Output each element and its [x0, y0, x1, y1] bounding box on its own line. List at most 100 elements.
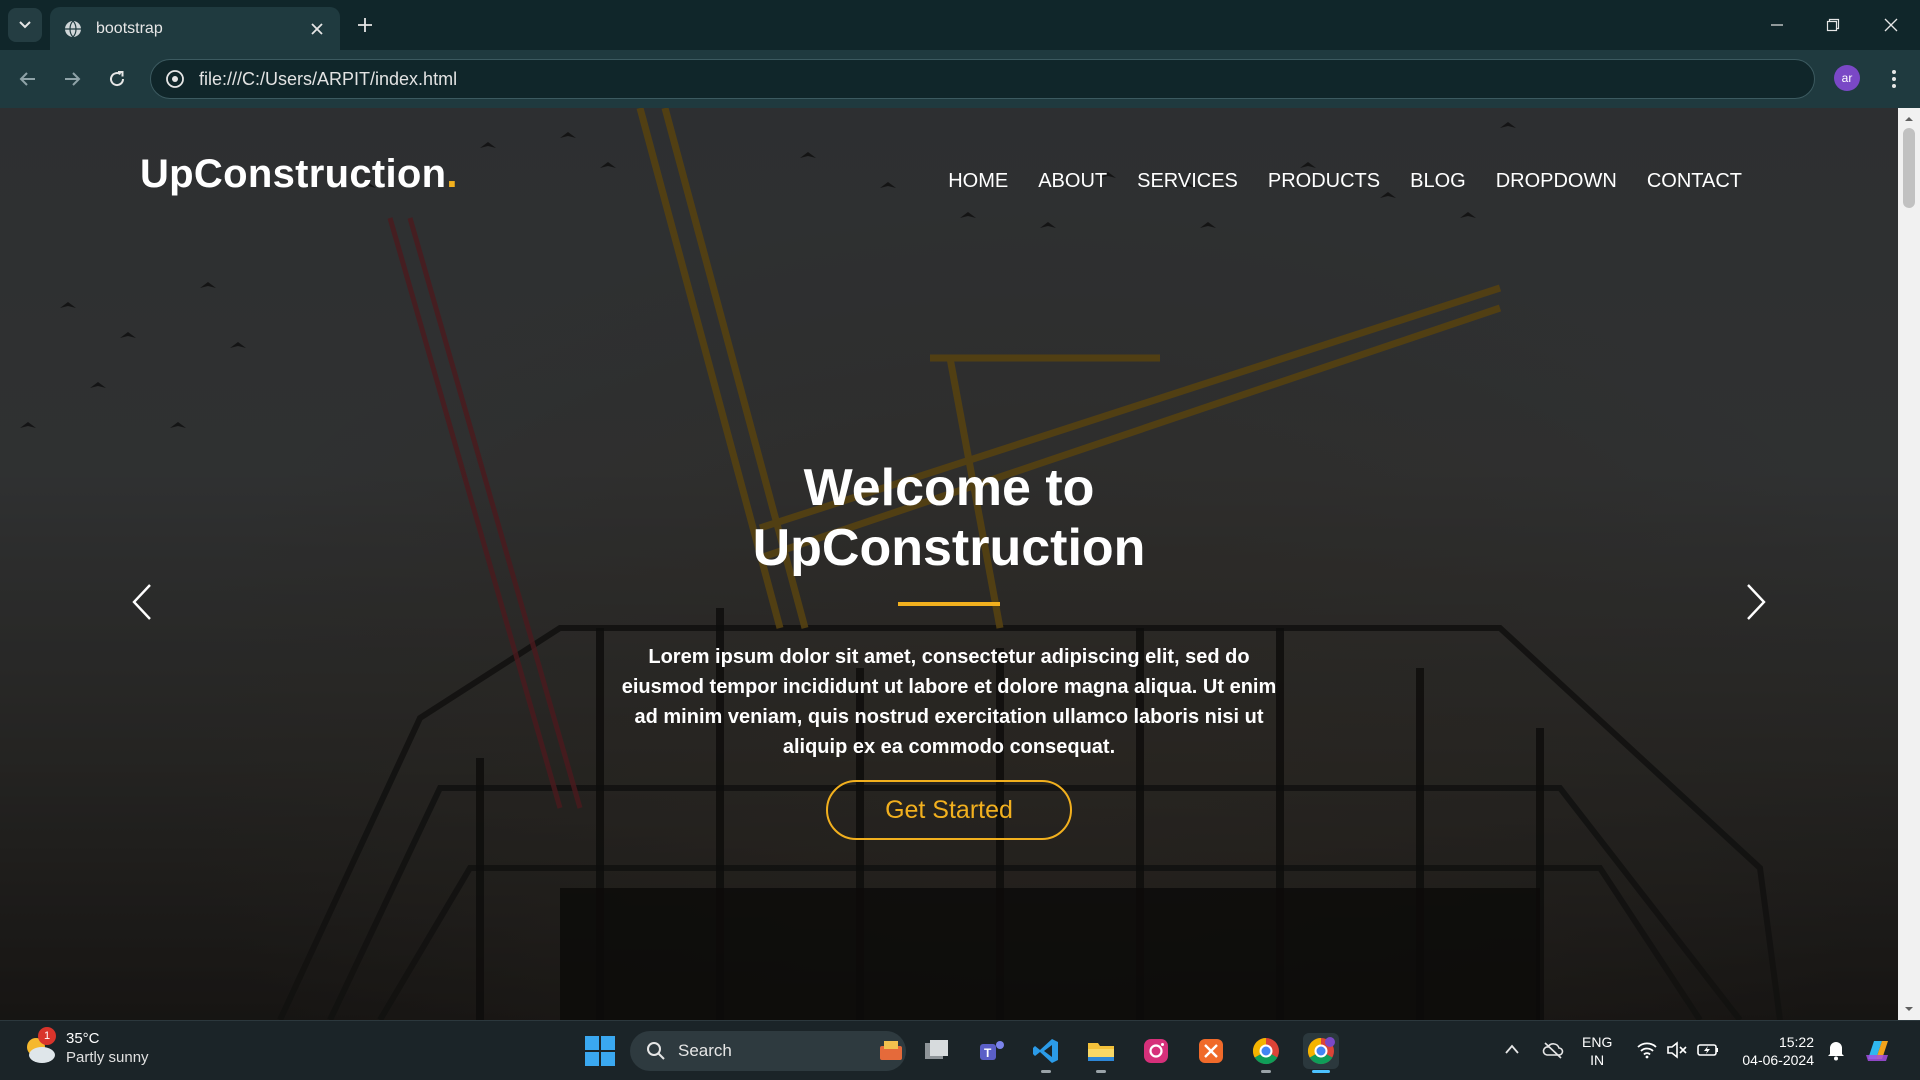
nav-blog[interactable]: BLOG [1410, 170, 1466, 193]
svg-text:T: T [984, 1046, 992, 1060]
reload-icon [110, 71, 125, 87]
onedrive-offline-icon[interactable] [1542, 1041, 1564, 1059]
weather-temp: 35°C [66, 1030, 100, 1047]
hero-description: Lorem ipsum dolor sit amet, consectetur … [621, 646, 1277, 758]
close-tab-icon[interactable] [308, 20, 326, 38]
scroll-up-arrow-icon[interactable] [1904, 114, 1914, 124]
minimize-button[interactable] [1762, 10, 1792, 40]
hero-title-line2: UpConstruction [752, 519, 1146, 577]
page-viewport: UpConstruction. HOME ABOUT SERVICES PROD… [0, 108, 1898, 1020]
arrow-right-icon [65, 72, 81, 86]
vscode-icon [1033, 1039, 1058, 1063]
reload-button[interactable] [102, 64, 132, 94]
chevron-down-icon [19, 21, 31, 29]
hero-accent-divider [898, 602, 1000, 606]
notification-bell-icon[interactable] [1826, 1039, 1846, 1061]
address-bar[interactable]: file:///C:/Users/ARPIT/index.html [150, 59, 1815, 99]
logo-text: UpConstruction [140, 152, 447, 196]
taskbar-clock[interactable]: 15:22 04-06-2024 [1730, 1033, 1814, 1069]
region-code: IN [1590, 1052, 1605, 1068]
globe-icon [65, 20, 81, 37]
scrollbar-thumb[interactable] [1903, 128, 1915, 208]
browser-toolbar: file:///C:/Users/ARPIT/index.html ar [0, 50, 1920, 108]
nav-about[interactable]: ABOUT [1038, 170, 1107, 193]
chevron-left-icon [132, 584, 151, 620]
app-icon [1199, 1039, 1223, 1063]
nav-contact[interactable]: CONTACT [1647, 170, 1742, 193]
carousel-next-button[interactable] [1736, 578, 1776, 626]
running-indicator [1261, 1070, 1271, 1073]
tab-title: bootstrap [96, 19, 163, 37]
running-indicator [1096, 1070, 1106, 1073]
language-code: ENG [1582, 1034, 1613, 1050]
restore-button[interactable] [1818, 10, 1848, 40]
weather-condition: Partly sunny [66, 1049, 149, 1066]
site-info-icon[interactable] [165, 69, 185, 89]
weather-badge: 1 [38, 1026, 56, 1045]
file-explorer-button[interactable] [1083, 1033, 1119, 1073]
weather-widget[interactable]: 1 35°C Partly sunny [22, 1026, 149, 1068]
nav-services[interactable]: SERVICES [1137, 170, 1238, 193]
chrome-profile-icon [1307, 1037, 1335, 1065]
windows-start-icon[interactable] [584, 1035, 616, 1067]
vscode-button[interactable] [1028, 1033, 1064, 1073]
browser-tab-bar: bootstrap [0, 0, 1920, 50]
nav-home[interactable]: HOME [948, 170, 1008, 193]
copilot-icon[interactable] [1862, 1035, 1892, 1065]
get-started-button[interactable]: Get Started [826, 780, 1072, 840]
weather-icon: 1 [22, 1026, 58, 1067]
browser-tab[interactable]: bootstrap [50, 7, 340, 50]
close-icon [1884, 18, 1898, 32]
battery-charging-icon[interactable] [1696, 1041, 1720, 1059]
arrow-left-icon [19, 72, 35, 86]
show-hidden-icons-chevron-icon[interactable] [1504, 1043, 1520, 1055]
back-button[interactable] [13, 64, 43, 94]
chevron-right-icon [1747, 584, 1766, 620]
speaker-muted-icon[interactable] [1666, 1041, 1688, 1059]
hero-content: Welcome to UpConstruction Lorem ipsum do… [0, 458, 1898, 840]
profile-avatar[interactable]: ar [1834, 65, 1860, 91]
browser-menu-button[interactable] [1880, 64, 1908, 94]
search-label: Search [678, 1041, 732, 1060]
taskbar-search[interactable]: Search [630, 1031, 906, 1071]
minimize-icon [1771, 24, 1783, 26]
clock-time: 15:22 [1778, 1034, 1814, 1050]
new-tab-button[interactable] [352, 12, 378, 38]
teams-button[interactable]: T [974, 1033, 1010, 1069]
wifi-icon[interactable] [1636, 1041, 1658, 1059]
plus-icon [358, 18, 372, 32]
teams-icon: T [980, 1041, 1004, 1060]
kebab-menu-icon [1892, 70, 1896, 88]
task-view-icon [925, 1040, 948, 1059]
nav-dropdown[interactable]: DROPDOWN [1496, 170, 1617, 193]
chrome-profile-button[interactable] [1303, 1033, 1339, 1073]
hero-title-line1: Welcome to [803, 459, 1095, 517]
forward-button[interactable] [57, 64, 87, 94]
active-indicator [1312, 1070, 1330, 1073]
nav-products[interactable]: PRODUCTS [1268, 170, 1380, 193]
site-logo[interactable]: UpConstruction. [140, 152, 458, 197]
clock-date: 04-06-2024 [1742, 1052, 1814, 1068]
windows-taskbar: 1 35°C Partly sunny Search T ENG IN 15:2… [0, 1020, 1920, 1080]
running-indicator [1041, 1070, 1051, 1073]
app-button[interactable] [1193, 1033, 1229, 1069]
main-navigation: HOME ABOUT SERVICES PRODUCTS BLOG DROPDO… [948, 170, 1742, 193]
search-icon [647, 1042, 665, 1060]
page-scrollbar[interactable] [1898, 108, 1920, 1020]
instagram-button[interactable] [1138, 1033, 1174, 1069]
tab-search-button[interactable] [8, 8, 42, 42]
search-highlight-icon [880, 1041, 902, 1060]
hero-title: Welcome to UpConstruction [0, 458, 1898, 578]
url-text[interactable]: file:///C:/Users/ARPIT/index.html [199, 69, 457, 90]
logo-dot: . [446, 152, 458, 196]
task-view-button[interactable] [918, 1033, 954, 1069]
file-explorer-icon [1088, 1043, 1114, 1061]
chrome-button[interactable] [1248, 1033, 1284, 1073]
scroll-down-arrow-icon[interactable] [1904, 1004, 1914, 1014]
restore-icon [1826, 18, 1840, 32]
close-window-button[interactable] [1876, 10, 1906, 40]
language-indicator[interactable]: ENG IN [1582, 1033, 1612, 1069]
instagram-icon [1144, 1039, 1168, 1063]
chrome-icon [1252, 1037, 1279, 1065]
carousel-prev-button[interactable] [122, 578, 162, 626]
